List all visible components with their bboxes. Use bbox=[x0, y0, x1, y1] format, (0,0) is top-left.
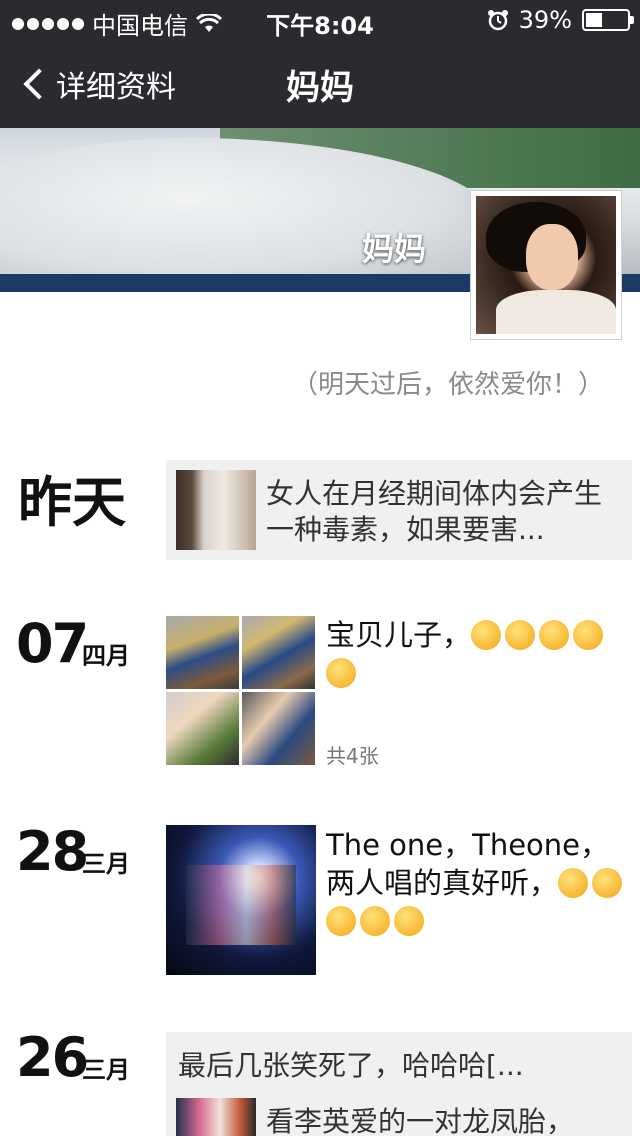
battery-icon bbox=[582, 9, 634, 31]
photo-thumbnail[interactable] bbox=[242, 692, 315, 765]
date-month: 三月 bbox=[82, 850, 130, 878]
hug-emoji-icon bbox=[360, 906, 390, 936]
post-text[interactable]: The one，Theone，两人唱的真好听， bbox=[326, 826, 626, 940]
photo-count: 共4张 bbox=[326, 744, 379, 768]
date-month: 四月 bbox=[82, 642, 130, 670]
post-caption: 最后几张笑死了，哈哈哈[... bbox=[178, 1049, 524, 1082]
hug-emoji-icon bbox=[592, 868, 623, 898]
link-thumbnail bbox=[176, 1098, 256, 1136]
date-day: 07 bbox=[16, 612, 89, 675]
kiss-emoji-icon bbox=[471, 620, 502, 650]
hug-emoji-icon bbox=[394, 906, 424, 936]
shared-link-card[interactable]: 女人在月经期间体内会产生一种毒素，如果要害... bbox=[166, 460, 632, 560]
date-day: 28 bbox=[16, 820, 89, 883]
link-thumbnail bbox=[176, 470, 256, 550]
timeline-entry: 昨天 女人在月经期间体内会产生一种毒素，如果要害... bbox=[0, 456, 640, 566]
timeline-entry: 26 三月 最后几张笑死了，哈哈哈[... 看李英爱的一对龙凤胎， bbox=[0, 1026, 640, 1136]
kiss-emoji-icon bbox=[539, 620, 570, 650]
cover-name: 妈妈 bbox=[362, 230, 427, 268]
page-title: 妈妈 bbox=[286, 68, 354, 108]
link-text: 女人在月经期间体内会产生一种毒素，如果要害... bbox=[266, 477, 603, 546]
post-caption: 宝贝儿子， bbox=[326, 618, 472, 652]
navigation-bar: 详细资料 妈妈 bbox=[0, 40, 640, 128]
battery-percent: 39% bbox=[518, 6, 572, 34]
photo-thumbnail[interactable] bbox=[166, 825, 316, 975]
hug-emoji-icon bbox=[558, 868, 589, 898]
photo-thumbnail[interactable] bbox=[166, 692, 239, 765]
hug-emoji-icon bbox=[326, 906, 356, 936]
link-text: 看李英爱的一对龙凤胎， bbox=[266, 1105, 575, 1136]
photo-thumbnail[interactable] bbox=[166, 616, 239, 689]
avatar[interactable] bbox=[470, 190, 622, 340]
timeline-entry: 28 三月 The one，Theone，两人唱的真好听， bbox=[0, 820, 640, 980]
post-text[interactable]: 宝贝儿子， bbox=[326, 616, 626, 692]
kiss-emoji-icon bbox=[326, 658, 356, 688]
date-label: 昨天 bbox=[18, 471, 126, 534]
kiss-emoji-icon bbox=[505, 620, 536, 650]
date-month: 三月 bbox=[82, 1056, 130, 1084]
post-card[interactable]: 最后几张笑死了，哈哈哈[... 看李英爱的一对龙凤胎， bbox=[166, 1032, 632, 1136]
status-bar: 中国电信 下午8:04 39% bbox=[0, 0, 640, 40]
timeline-entry: 07 四月 宝贝儿子， 共4张 bbox=[0, 612, 640, 772]
kiss-emoji-icon bbox=[573, 620, 604, 650]
alarm-icon bbox=[487, 10, 508, 31]
date-day: 26 bbox=[16, 1026, 89, 1089]
photo-thumbnail[interactable] bbox=[242, 616, 315, 689]
signature-text: （明天过后，依然爱你！） bbox=[291, 370, 604, 400]
